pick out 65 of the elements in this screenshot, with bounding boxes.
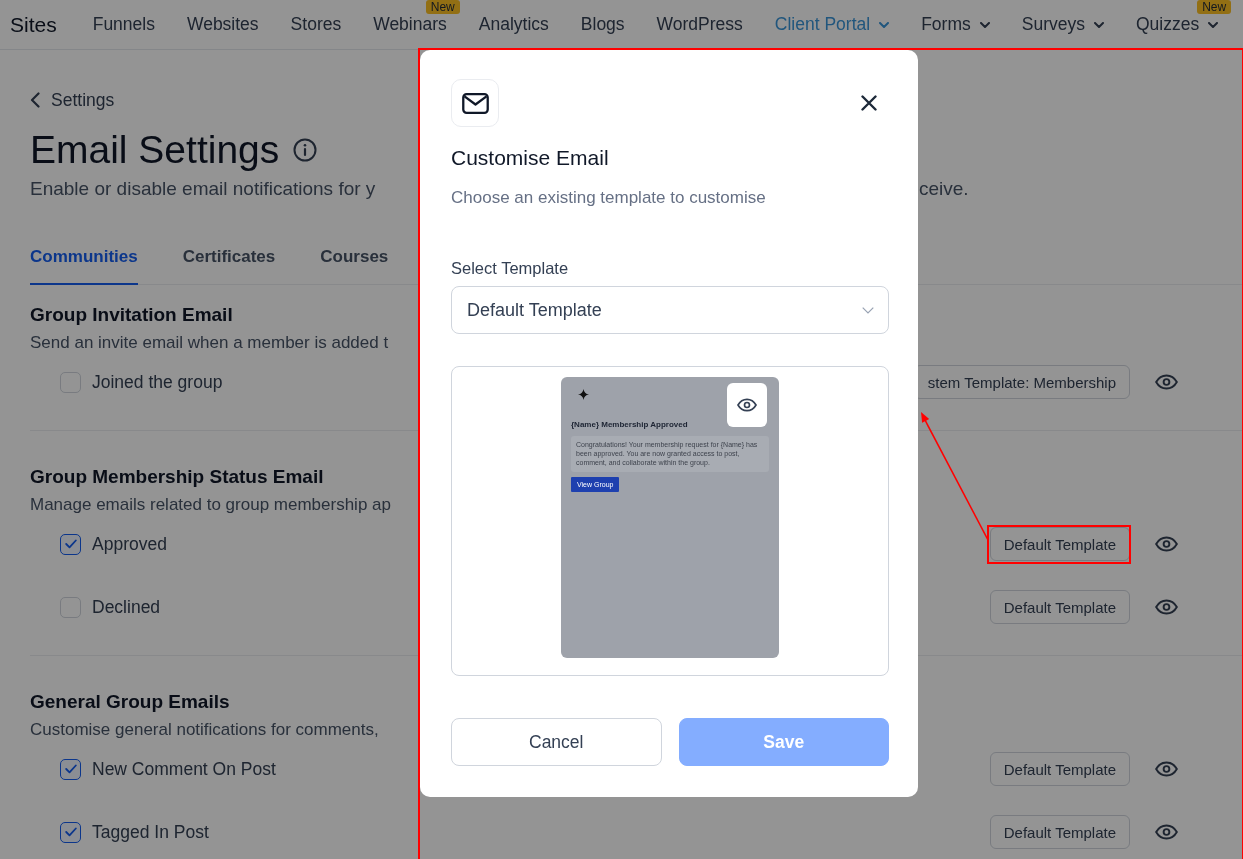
nav-link[interactable]: Client Portal bbox=[774, 14, 890, 35]
checkbox-label: Declined bbox=[92, 596, 161, 618]
sparkle-icon bbox=[578, 389, 589, 400]
mail-icon bbox=[451, 79, 499, 127]
eye-icon[interactable] bbox=[1155, 761, 1178, 777]
checkbox-label: Approved bbox=[92, 533, 167, 555]
eye-icon[interactable] bbox=[1155, 599, 1178, 615]
nav-link[interactable]: Websites bbox=[186, 14, 259, 35]
section-description: Send an invite email when a member is added t bbox=[30, 332, 389, 354]
close-icon[interactable] bbox=[861, 95, 877, 111]
check-icon bbox=[64, 539, 77, 549]
chevron-down-icon bbox=[1093, 21, 1104, 28]
nav-link[interactable]: Analytics bbox=[478, 14, 549, 35]
nav-link[interactable]: Blogs bbox=[580, 14, 625, 35]
preview-heading: {Name} Membership Approved bbox=[571, 420, 689, 430]
section-title: Group Invitation Email bbox=[30, 303, 233, 327]
app-title: Sites bbox=[10, 12, 57, 37]
nav-link[interactable]: Funnels bbox=[92, 14, 155, 35]
section-description: Customise general notifications for comments, bbox=[30, 719, 379, 741]
checkbox[interactable] bbox=[60, 758, 81, 780]
tab[interactable]: Communities bbox=[30, 247, 138, 285]
chevron-down-icon bbox=[979, 21, 990, 28]
nav-link[interactable]: Stores bbox=[290, 14, 342, 35]
preview-button[interactable] bbox=[727, 383, 767, 427]
info-icon[interactable] bbox=[293, 138, 318, 162]
tab[interactable]: Courses bbox=[320, 247, 389, 285]
eye-icon[interactable] bbox=[1155, 824, 1178, 840]
cancel-button[interactable]: Cancel bbox=[451, 718, 662, 766]
template-button[interactable]: Default Template bbox=[989, 815, 1130, 849]
eye-icon bbox=[737, 398, 757, 412]
field-label: Select Template bbox=[451, 258, 570, 278]
checkbox-label: New Comment On Post bbox=[92, 758, 276, 780]
check-icon bbox=[64, 827, 77, 837]
dialog-subtitle: Choose an existing template to customise bbox=[451, 187, 767, 209]
chevron-down-icon bbox=[879, 21, 890, 28]
nav-badge: New bbox=[425, 0, 460, 14]
tab[interactable]: Certificates bbox=[182, 247, 276, 285]
chevron-down-icon bbox=[862, 306, 874, 314]
dialog-title: Customise Email bbox=[451, 146, 610, 170]
template-button[interactable]: Default Template bbox=[989, 590, 1130, 624]
page-subtitle: ceive. bbox=[919, 177, 970, 201]
eye-icon[interactable] bbox=[1155, 536, 1178, 552]
nav-link[interactable]: Webinars bbox=[373, 14, 447, 35]
nav-link[interactable]: Surveys bbox=[1021, 14, 1104, 35]
section-title: General Group Emails bbox=[30, 690, 230, 714]
checkbox-label: Tagged In Post bbox=[92, 821, 209, 843]
template-select[interactable]: Default Template bbox=[451, 286, 889, 334]
nav-link[interactable]: Quizzes bbox=[1135, 14, 1219, 35]
chevron-left-icon bbox=[30, 92, 40, 108]
checkbox-label: Joined the group bbox=[92, 371, 223, 393]
section-description: Manage emails related to group membership ap bbox=[30, 494, 391, 516]
check-icon bbox=[64, 764, 77, 774]
back-link[interactable]: Settings bbox=[30, 90, 115, 110]
nav-link[interactable]: WordPress bbox=[656, 14, 743, 35]
nav-badge: New bbox=[1197, 0, 1232, 14]
template-button[interactable]: Default Template bbox=[989, 527, 1130, 561]
section-title: Group Membership Status Email bbox=[30, 465, 324, 489]
nav-link[interactable]: Forms bbox=[921, 14, 990, 35]
chevron-down-icon bbox=[1208, 21, 1219, 28]
template-button[interactable]: Default Template bbox=[989, 752, 1130, 786]
page-subtitle: Enable or disable email notifications for y bbox=[30, 177, 377, 201]
checkbox[interactable] bbox=[60, 533, 81, 555]
eye-icon[interactable] bbox=[1155, 374, 1178, 390]
checkbox[interactable] bbox=[60, 821, 81, 843]
page-title: Email Settings bbox=[30, 127, 280, 173]
